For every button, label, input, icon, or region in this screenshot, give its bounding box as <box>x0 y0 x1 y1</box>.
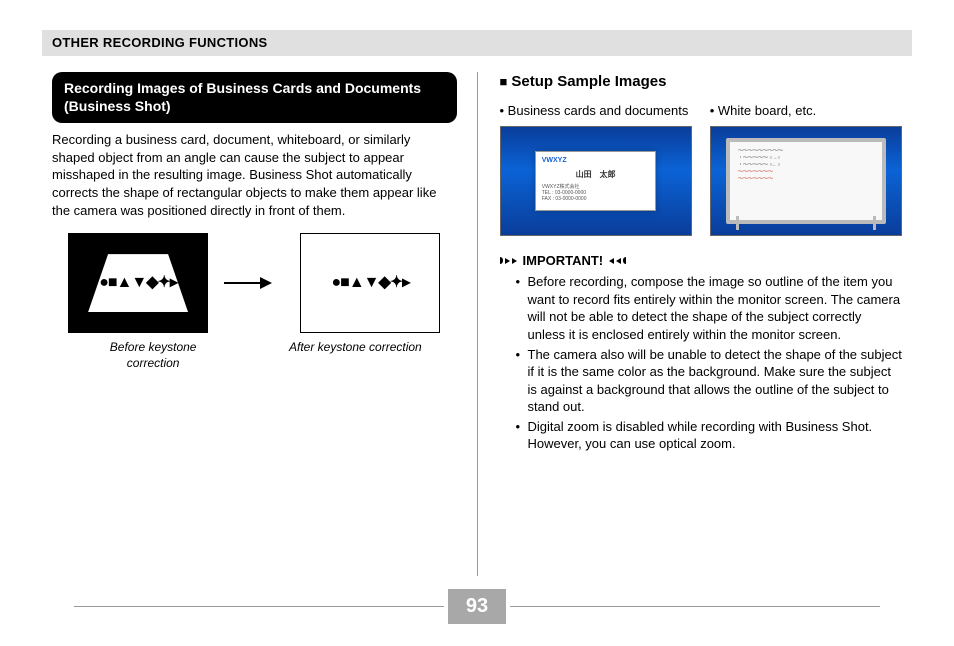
square-bullet-icon: ■ <box>500 74 508 89</box>
setup-samples-heading: ■Setup Sample Images <box>500 72 903 92</box>
caption-before: Before keystone correction <box>83 339 223 371</box>
card-logo: VWXYZ <box>542 156 650 165</box>
decor-icon <box>609 258 614 264</box>
whiteboard-graphic: ～～～～～～～～～ ・～～～～～ ○→○ ・～～～～～ ○←○ ～～～～～～～ … <box>726 138 886 224</box>
important-list: Before recording, compose the image so o… <box>528 273 903 452</box>
shapes-icon: ●■▲▼◆✦▸ <box>332 272 410 294</box>
footer-rule <box>510 606 880 607</box>
decor-icon <box>623 257 626 264</box>
business-card-graphic: VWXYZ 山田 太郎 VWXYZ株式会社 TEL : 03-0000-0000… <box>535 151 657 211</box>
caption-after: After keystone correction <box>285 339 425 371</box>
page-footer: 93 <box>42 589 912 624</box>
topic-paragraph: Recording a business card, document, whi… <box>52 131 457 219</box>
sample-business-card: VWXYZ 山田 太郎 VWXYZ株式会社 TEL : 03-0000-0000… <box>500 126 692 236</box>
left-column: Recording Images of Business Cards and D… <box>42 72 477 576</box>
decor-icon <box>616 258 621 264</box>
card-name: 山田 太郎 <box>542 170 650 181</box>
page-number: 93 <box>448 589 506 624</box>
decor-icon <box>512 258 517 264</box>
important-label: IMPORTANT! <box>523 252 604 270</box>
sample-labels-row: • Business cards and documents • White b… <box>500 102 903 120</box>
decor-icon <box>505 258 510 264</box>
shapes-icon: ●■▲▼◆✦▸ <box>99 272 177 294</box>
important-item: The camera also will be unable to detect… <box>528 346 903 416</box>
important-heading: IMPORTANT! <box>500 252 903 270</box>
right-column: ■Setup Sample Images • Business cards an… <box>478 72 913 576</box>
keystone-illustration: ●■▲▼◆✦▸ ●■▲▼◆✦▸ <box>60 233 449 333</box>
sample-label-whiteboard: • White board, etc. <box>710 102 902 120</box>
card-fax: FAX : 03-0000-0000 <box>542 196 650 202</box>
whiteboard-text: ～～～～～～～～～ ・～～～～～ ○→○ ・～～～～～ ○←○ ～～～～～～～ … <box>738 148 874 183</box>
decor-icon <box>500 257 503 264</box>
footer-rule <box>74 606 444 607</box>
after-correction-box: ●■▲▼◆✦▸ <box>300 233 440 333</box>
important-item: Digital zoom is disabled while recording… <box>528 418 903 453</box>
setup-samples-title: Setup Sample Images <box>511 73 666 90</box>
arrow-icon <box>224 273 284 293</box>
important-item: Before recording, compose the image so o… <box>528 273 903 343</box>
sample-images-row: VWXYZ 山田 太郎 VWXYZ株式会社 TEL : 03-0000-0000… <box>500 126 903 236</box>
sample-whiteboard: ～～～～～～～～～ ・～～～～～ ○→○ ・～～～～～ ○←○ ～～～～～～～ … <box>710 126 902 236</box>
topic-title: Recording Images of Business Cards and D… <box>52 72 457 123</box>
keystone-captions: Before keystone correction After keyston… <box>52 339 457 371</box>
content-columns: Recording Images of Business Cards and D… <box>42 72 912 576</box>
sample-label-cards: • Business cards and documents <box>500 102 692 120</box>
section-header: OTHER RECORDING FUNCTIONS <box>42 30 912 56</box>
before-correction-box: ●■▲▼◆✦▸ <box>68 233 208 333</box>
